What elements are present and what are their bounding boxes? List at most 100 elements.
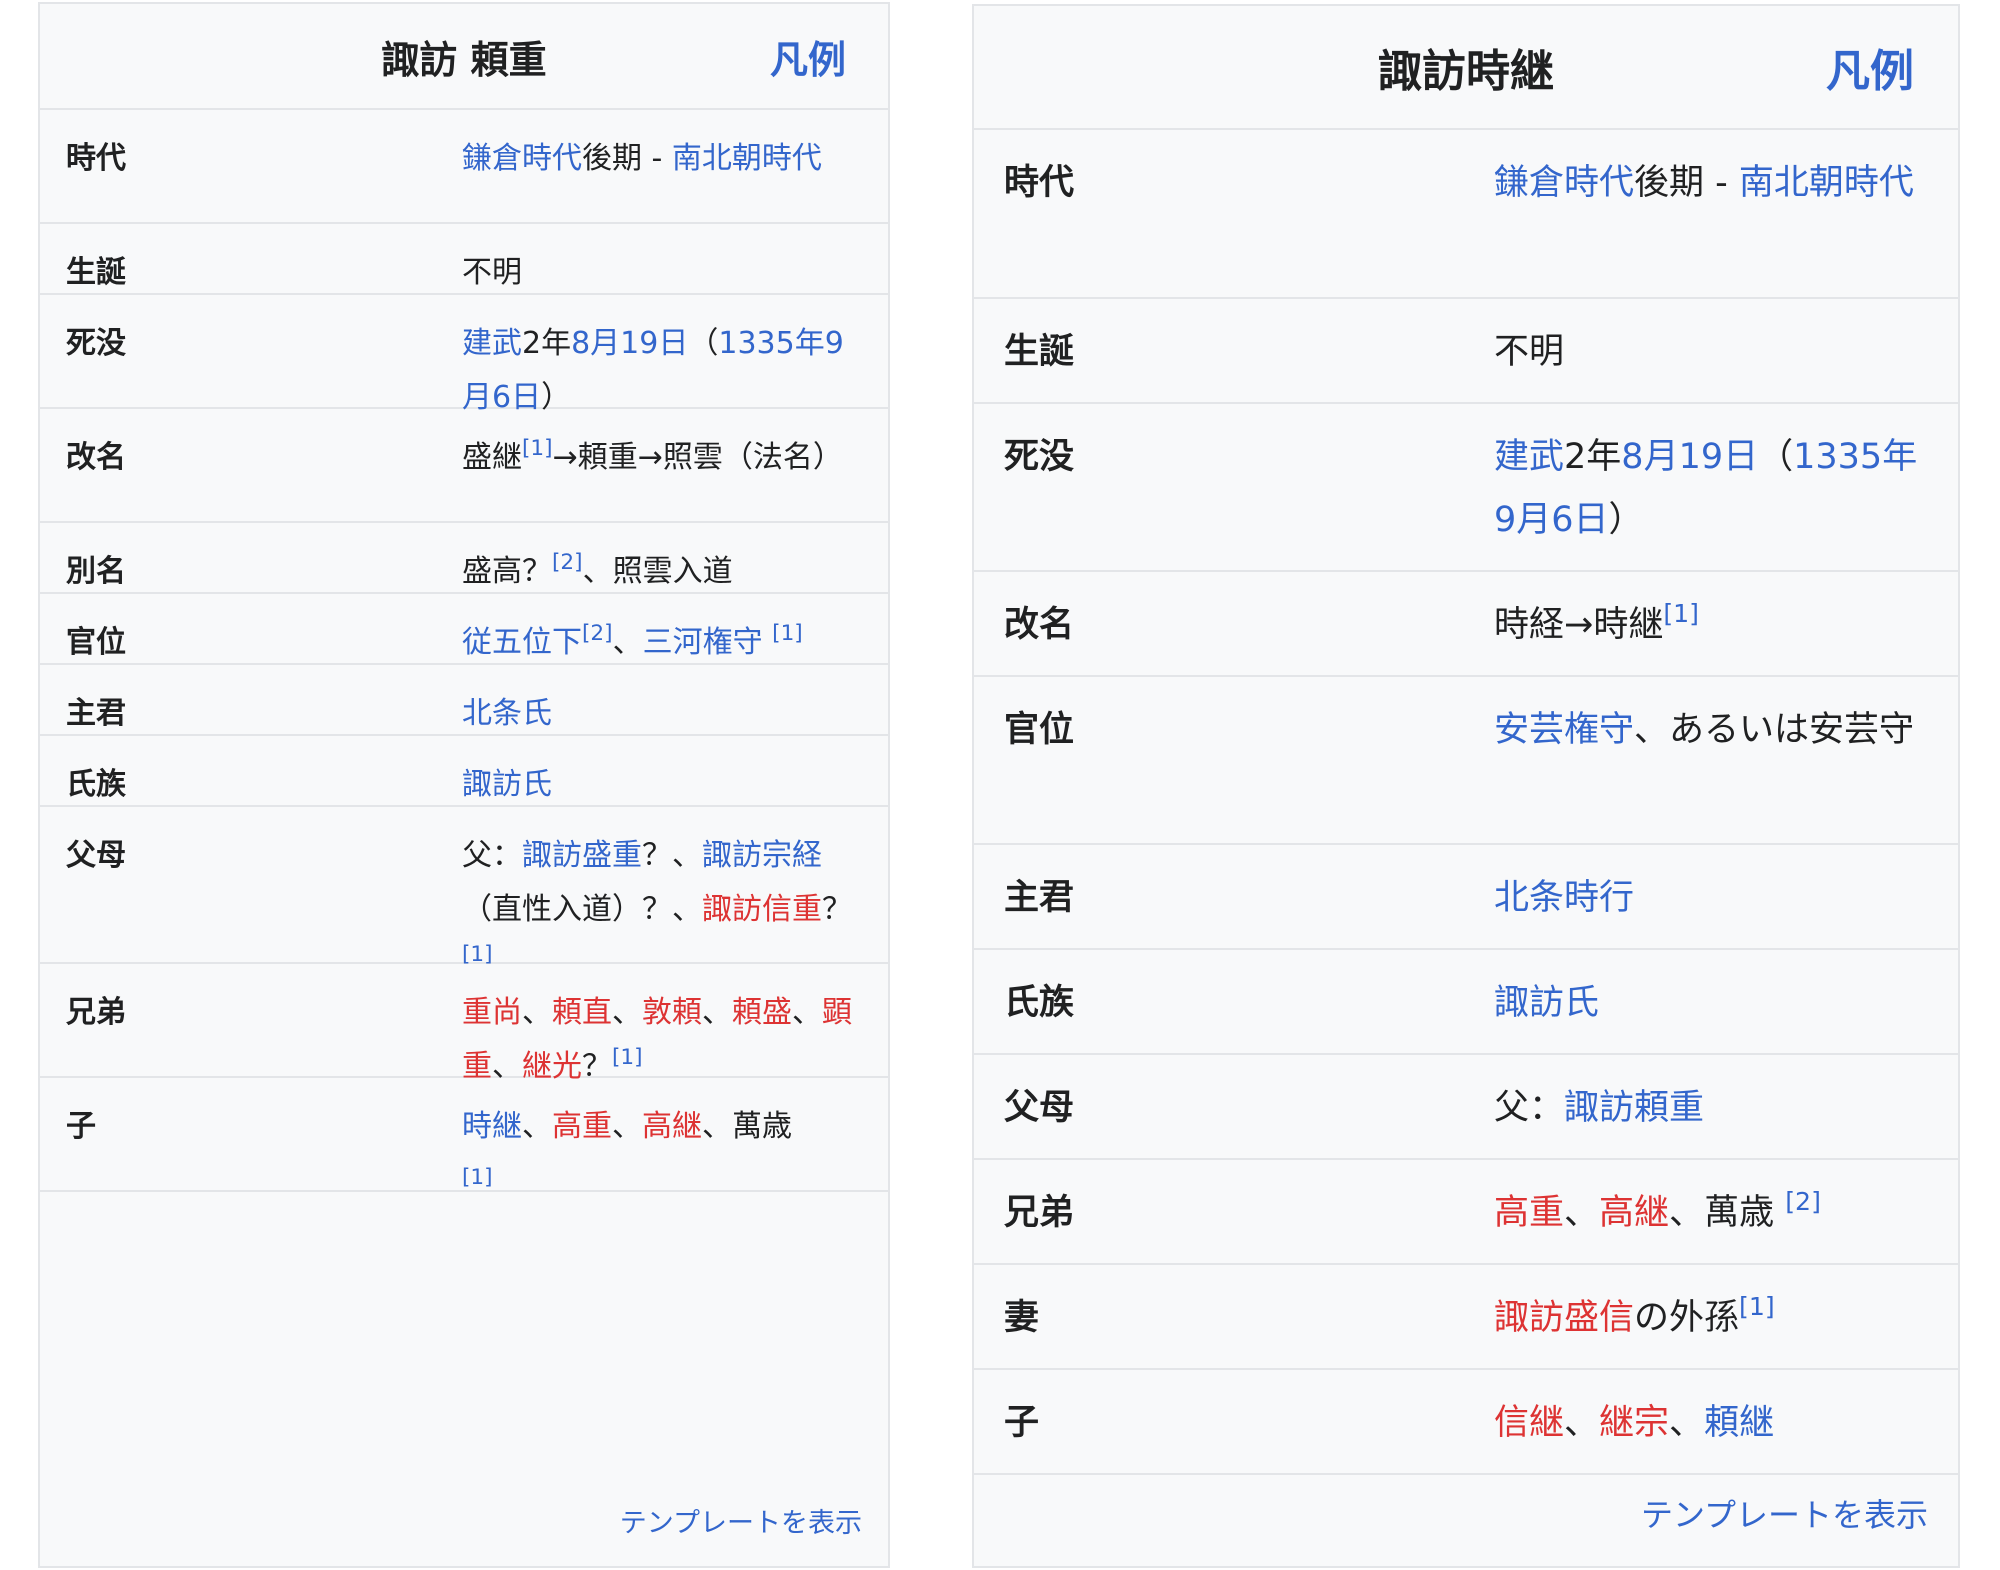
link-aki-gonnokami[interactable]: 安芸権守: [1494, 710, 1634, 750]
link-date-sep6[interactable]: 9月6日: [1494, 500, 1609, 540]
link-year-1335[interactable]: 1335年: [718, 326, 824, 361]
label-rename: 改名: [66, 440, 126, 475]
reference-link[interactable]: [1]: [772, 621, 803, 646]
infobox-footer: テンプレートを表示: [974, 1475, 1958, 1566]
children-text: 萬歳: [732, 1109, 792, 1144]
link-jugoi-ge[interactable]: 従五位下: [462, 625, 582, 660]
reference-1: [1]: [772, 621, 803, 646]
infobox-header: 諏訪時継 凡例: [974, 6, 1958, 130]
separator: 、: [702, 995, 732, 1030]
era-text: 後期 -: [582, 141, 672, 176]
reference-link[interactable]: [1]: [522, 436, 553, 461]
redlink-nobutsugu[interactable]: 信継: [1494, 1403, 1564, 1443]
infobox-header: 諏訪 頼重 凡例: [40, 4, 888, 110]
redlink-tsugumune[interactable]: 継宗: [1599, 1403, 1669, 1443]
reference-2: [2]: [582, 621, 613, 646]
show-template-link[interactable]: テンプレートを表示: [1641, 1490, 1928, 1536]
redlink-sibling[interactable]: 重尚: [462, 995, 522, 1030]
label-parents: 父母: [1004, 1088, 1075, 1128]
link-suwa-munetsune[interactable]: 諏訪宗経: [702, 838, 822, 873]
link-kenmu[interactable]: 建武: [1494, 437, 1564, 477]
death-paren-close: ）: [1608, 500, 1644, 540]
label-era: 時代: [66, 141, 126, 176]
separator: 、: [792, 995, 822, 1030]
label-lord: 主君: [66, 696, 126, 731]
link-year-1335[interactable]: 1335年: [1793, 437, 1917, 477]
link-nanbokucho-period[interactable]: 南北朝時代: [1739, 163, 1914, 203]
infobox-title: 諏訪時継: [1378, 46, 1554, 97]
reference-link[interactable]: [1]: [462, 1165, 493, 1190]
row-lord: 主君 北条時行: [974, 845, 1958, 950]
separator: 、: [1669, 1403, 1705, 1443]
link-hojo-tokiyuki[interactable]: 北条時行: [1494, 878, 1634, 918]
value-siblings: 重尚、頼直、敦頼、頼盛、顕重、継光？[1]: [462, 986, 888, 1084]
link-mikawa-gonnokami[interactable]: 三河権守: [643, 625, 763, 660]
redlink-takatsugu[interactable]: 高継: [1599, 1193, 1669, 1233]
redlink-sibling[interactable]: 頼盛: [732, 995, 792, 1030]
reference-link[interactable]: [1]: [1663, 599, 1699, 628]
value-wife: 諏訪盛信の外孫[1]: [1494, 1287, 1958, 1368]
legend-link[interactable]: 凡例: [1826, 6, 1914, 128]
value-clan: 諏訪氏: [462, 758, 888, 805]
row-rename: 改名 盛継[1]→頼重→照雲（法名）: [40, 409, 888, 523]
label-siblings: 兄弟: [1004, 1193, 1075, 1233]
row-siblings: 兄弟 高重、高継、萬歳 [2]: [974, 1160, 1958, 1265]
label-rank: 官位: [66, 625, 126, 660]
redlink-sibling[interactable]: 頼直: [552, 995, 612, 1030]
row-children: 子 時継、高重、高継、萬歳 [1]: [40, 1078, 888, 1192]
redlink-takashige[interactable]: 高重: [552, 1109, 612, 1144]
reference-2: [2]: [1785, 1187, 1821, 1216]
value-parents: 父：諏訪盛重？、諏訪宗経（直性入道）？、諏訪信重？ [1]: [462, 829, 888, 965]
redlink-suwa-nobushige[interactable]: 諏訪信重: [702, 892, 822, 927]
link-kamakura-period[interactable]: 鎌倉時代: [1494, 163, 1634, 203]
infobox-suwa-yorishige: 諏訪 頼重 凡例 時代 鎌倉時代後期 - 南北朝時代 生誕 不明 死没 建武2年…: [38, 2, 890, 1568]
link-nanbokucho-period[interactable]: 南北朝時代: [672, 141, 822, 176]
reference-link[interactable]: [1]: [612, 1045, 643, 1070]
value-death: 建武2年8月19日（1335年 9月6日）: [1494, 426, 1958, 570]
row-alias: 別名 盛高？[2]、照雲入道: [40, 523, 888, 594]
value-lord: 北条時行: [1494, 867, 1958, 948]
link-suwa-tokitsugu[interactable]: 時継: [462, 1109, 522, 1144]
value-era: 鎌倉時代後期 - 南北朝時代: [1494, 152, 1958, 297]
row-birth: 生誕 不明: [974, 299, 1958, 404]
reference-2: [2]: [552, 550, 583, 575]
separator: 、: [1564, 1403, 1600, 1443]
reference-link[interactable]: [1]: [1739, 1292, 1775, 1321]
label-era: 時代: [1004, 163, 1075, 203]
link-hojo-clan[interactable]: 北条氏: [462, 696, 552, 731]
row-era: 時代 鎌倉時代後期 - 南北朝時代: [974, 130, 1958, 299]
link-suwa-clan[interactable]: 諏訪氏: [462, 767, 552, 802]
link-suwa-yorishige[interactable]: 諏訪頼重: [1564, 1088, 1704, 1128]
value-birth: 不明: [462, 255, 522, 290]
link-date-aug19[interactable]: 8月19日: [571, 326, 688, 361]
value-rename: 盛継[1]→頼重→照雲（法名）: [462, 431, 888, 521]
redlink-takatsugu[interactable]: 高継: [642, 1109, 702, 1144]
reference-link[interactable]: [1]: [462, 942, 493, 967]
value-parents: 父：諏訪頼重: [1494, 1077, 1958, 1158]
link-suwa-yoritsugu[interactable]: 頼継: [1704, 1403, 1774, 1443]
show-template-link[interactable]: テンプレートを表示: [620, 1501, 862, 1540]
row-rank: 官位 従五位下[2]、三河権守 [1]: [40, 594, 888, 665]
reference-link[interactable]: [2]: [1785, 1187, 1821, 1216]
row-death: 死没 建武2年8月19日（1335年9月6日）: [40, 295, 888, 415]
redlink-sibling[interactable]: 敦頼: [642, 995, 702, 1030]
label-birth: 生誕: [1004, 332, 1075, 372]
value-clan: 諏訪氏: [1494, 972, 1958, 1053]
redlink-suwa-morinobu[interactable]: 諏訪盛信: [1494, 1298, 1634, 1338]
link-kamakura-period[interactable]: 鎌倉時代: [462, 141, 582, 176]
redlink-takashige[interactable]: 高重: [1494, 1193, 1564, 1233]
row-death: 死没 建武2年8月19日（1335年9月6日）: [974, 404, 1958, 572]
infobox-suwa-tokitsugu: 諏訪時継 凡例 時代 鎌倉時代後期 - 南北朝時代 生誕 不明 死没 建武2年8…: [972, 4, 1960, 1568]
death-paren-open: （: [1758, 437, 1794, 477]
reference-1: [1]: [522, 436, 553, 461]
reference-link[interactable]: [2]: [582, 621, 613, 646]
infobox-title: 諏訪 頼重: [381, 37, 547, 82]
reference-1: [1]: [612, 1045, 643, 1070]
legend-link[interactable]: 凡例: [770, 4, 846, 108]
link-suwa-morishige[interactable]: 諏訪盛重: [522, 838, 642, 873]
parents-text-4: ？: [822, 892, 852, 927]
link-suwa-clan[interactable]: 諏訪氏: [1494, 983, 1599, 1023]
link-kenmu[interactable]: 建武: [462, 326, 522, 361]
link-date-aug19[interactable]: 8月19日: [1621, 437, 1758, 477]
reference-link[interactable]: [2]: [552, 550, 583, 575]
